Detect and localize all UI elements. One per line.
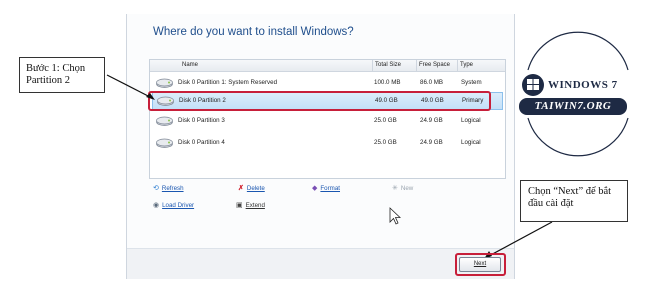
next-hint-callout: Chọn “Next” để bắt đầu cài đặt	[520, 180, 628, 222]
callout-arrow-step1	[106, 74, 155, 100]
windows-logo-icon	[522, 74, 544, 96]
next-button[interactable]: Next	[459, 257, 501, 272]
cursor-icon	[389, 207, 402, 225]
logo-title: WINDOWS 7	[548, 79, 618, 91]
step1-callout: Bước 1: Chọn Partition 2	[19, 57, 105, 93]
logo-site: TAIWIN7.ORG	[519, 98, 627, 115]
overlay-graphics	[106, 31, 629, 259]
taiwin7-logo: WINDOWS 7 TAIWIN7.ORG	[519, 72, 631, 118]
